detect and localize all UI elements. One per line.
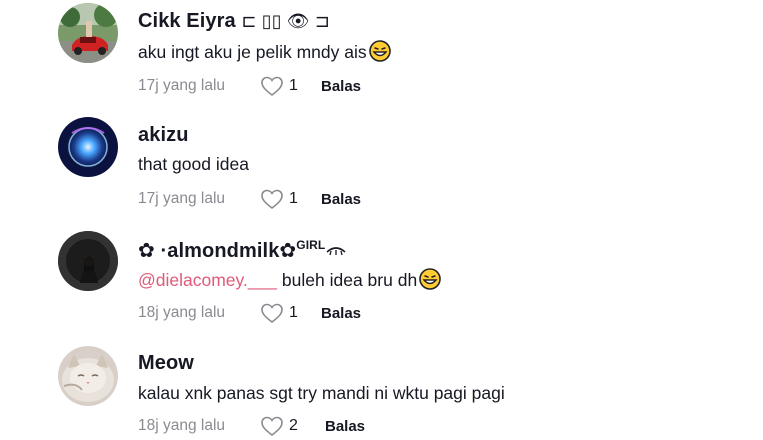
like-button[interactable]: 1	[260, 188, 319, 210]
username[interactable]: Cikk Eiyra ⊏ ▯▯ 👁 ⊐	[138, 10, 330, 33]
timestamp: 18j yang lalu	[138, 304, 226, 321]
eye-decoration-icon	[325, 241, 347, 261]
avatar[interactable]	[58, 346, 118, 406]
comment-meta: 18j yang lalu 2 Balas	[138, 414, 365, 438]
reply-button[interactable]: Balas	[321, 78, 361, 95]
avatar[interactable]	[58, 231, 118, 291]
comment-meta: 18j yang lalu 1 Balas	[138, 301, 361, 325]
username[interactable]: Meow	[138, 352, 194, 375]
reply-button[interactable]: Balas	[325, 418, 365, 435]
comment-text: @dielacomey.___ buleh idea bru dh	[138, 268, 441, 295]
reply-button[interactable]: Balas	[321, 305, 361, 322]
heart-icon	[261, 416, 283, 437]
timestamp: 17j yang lalu	[138, 190, 226, 207]
username[interactable]: akizu	[138, 124, 189, 147]
username[interactable]: ✿ ·almondmilk✿GIRL	[138, 238, 347, 263]
like-button[interactable]: 2	[260, 415, 323, 437]
comment-meta: 17j yang lalu 1 Balas	[138, 74, 361, 98]
like-count: 2	[289, 417, 298, 434]
comment-text: aku ingt aku je pelik mndy ais	[138, 40, 391, 67]
username-text: Cikk Eiyra	[138, 10, 236, 32]
like-button[interactable]: 1	[260, 302, 319, 324]
heart-icon	[261, 189, 283, 210]
avatar[interactable]	[58, 117, 118, 177]
username-superscript: GIRL	[296, 238, 326, 252]
heart-icon	[261, 303, 283, 324]
comment-text: that good idea	[138, 154, 249, 174]
username-decoration: ⊏ ▯▯ 👁 ⊐	[241, 11, 331, 31]
username-prefix: ✿ ·	[138, 240, 168, 262]
timestamp: 18j yang lalu	[138, 417, 226, 434]
avatar[interactable]	[58, 3, 118, 63]
heart-icon	[261, 76, 283, 97]
timestamp: 17j yang lalu	[138, 77, 226, 94]
like-count: 1	[289, 190, 298, 207]
reply-button[interactable]: Balas	[321, 191, 361, 208]
comment-meta: 17j yang lalu 1 Balas	[138, 187, 361, 211]
mention-link[interactable]: @dielacomey.___	[138, 270, 277, 290]
like-count: 1	[289, 77, 298, 94]
like-button[interactable]: 1	[260, 75, 319, 97]
laughing-emoji-icon	[368, 40, 391, 67]
laughing-emoji-icon	[419, 268, 441, 295]
username-suffix: ✿	[279, 240, 297, 262]
username-text: almondmilk	[167, 240, 280, 262]
comment-text: kalau xnk panas sgt try mandi ni wktu pa…	[138, 383, 505, 403]
like-count: 1	[289, 304, 298, 321]
